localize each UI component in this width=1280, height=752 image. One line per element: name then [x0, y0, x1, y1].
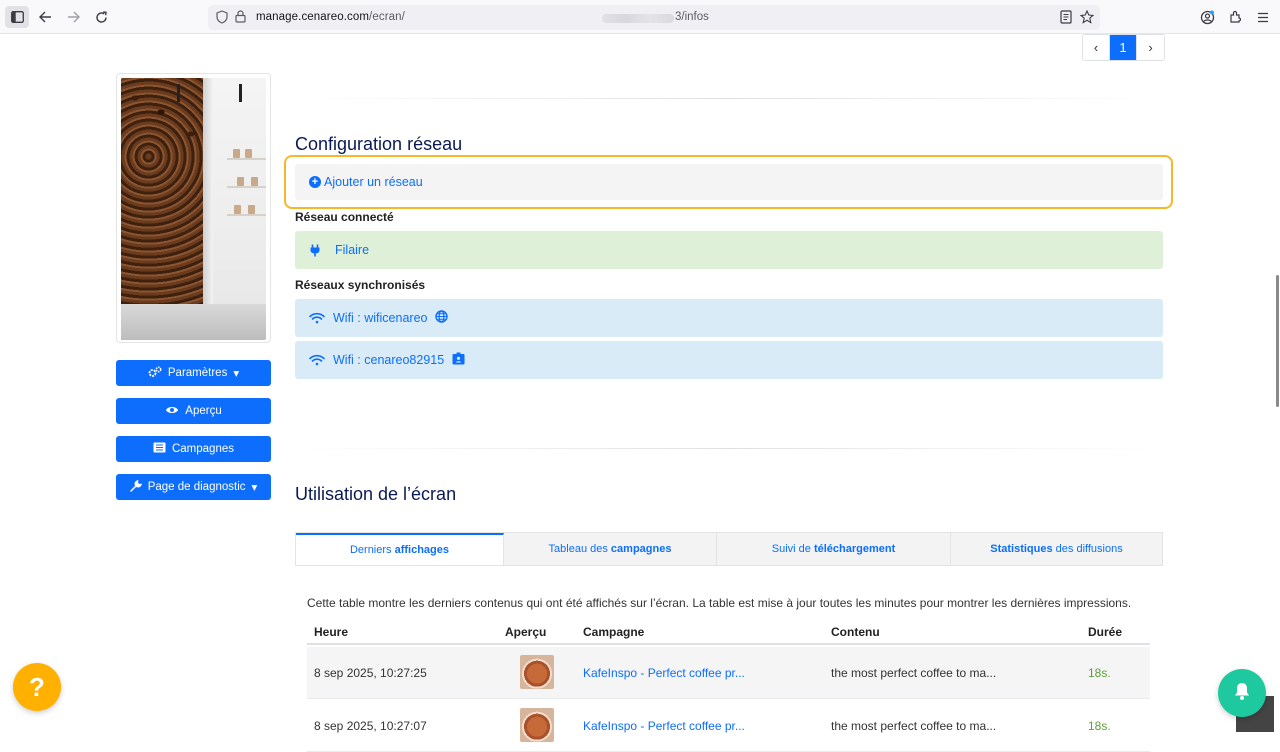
bell-icon: [1233, 681, 1251, 706]
divider: [295, 98, 1163, 99]
back-icon[interactable]: [33, 6, 57, 28]
url-suffix: 3/infos: [675, 11, 709, 23]
col-heure: Heure: [314, 625, 349, 639]
page-scrollbar[interactable]: [1276, 275, 1279, 407]
connected-network-label: Réseau connecté: [295, 210, 394, 224]
id-badge-icon: [452, 352, 465, 368]
row-preview-thumbnail[interactable]: [520, 708, 554, 742]
reader-view-icon[interactable]: [1060, 10, 1072, 29]
screen-usage-title: Utilisation de l’écran: [295, 484, 457, 504]
screen-preview-image: [121, 78, 266, 340]
help-button[interactable]: ?: [13, 663, 61, 711]
wifi-icon: [309, 354, 325, 366]
pagination-page-1[interactable]: 1: [1110, 35, 1137, 60]
menu-icon[interactable]: [1251, 6, 1275, 28]
row-content: the most perfect coffee to ma...: [831, 719, 997, 733]
sidebar-toggle-icon[interactable]: [5, 6, 29, 28]
row-content: the most perfect coffee to ma...: [831, 666, 997, 680]
row-time: 8 sep 2025, 10:27:07: [314, 719, 427, 733]
add-network-button[interactable]: + Ajouter un réseau: [295, 164, 1163, 200]
pagination-prev[interactable]: ‹: [1083, 35, 1110, 60]
network-name: Wifi : wificenareo: [333, 311, 428, 325]
network-name: Filaire: [335, 243, 370, 257]
wifi-icon: [309, 312, 325, 324]
row-time: 8 sep 2025, 10:27:25: [314, 666, 427, 680]
row-duration: 18s.: [1088, 666, 1111, 680]
col-campagne: Campagne: [583, 625, 645, 639]
table-description: Cette table montre les derniers contenus…: [307, 596, 1132, 610]
url-text: manage.cenareo.com/ecran/: [256, 11, 405, 23]
apercu-button[interactable]: Aperçu: [116, 398, 271, 424]
list-icon: [153, 442, 166, 456]
col-duree: Durée: [1088, 625, 1123, 639]
account-icon[interactable]: [1195, 6, 1219, 28]
table-header: Heure Aperçu Campagne Contenu Durée: [307, 621, 1150, 645]
pagination-next[interactable]: ›: [1137, 35, 1164, 60]
caret-down-icon: ▾: [233, 368, 240, 380]
network-name: Wifi : cenareo82915: [333, 353, 445, 367]
wrench-icon: [129, 479, 142, 495]
tab-suivi-telechargement[interactable]: Suivi de téléchargement: [717, 533, 951, 565]
col-apercu: Aperçu: [505, 625, 547, 639]
tab-tableau-campagnes[interactable]: Tableau des campagnes: [504, 533, 717, 565]
globe-icon: [435, 310, 449, 326]
row-preview-thumbnail[interactable]: [520, 655, 554, 689]
network-row-filaire[interactable]: Filaire: [295, 231, 1163, 269]
divider: [295, 448, 1163, 449]
usage-tabs: Derniers affichages Tableau des campagne…: [295, 532, 1163, 566]
col-contenu: Contenu: [831, 625, 880, 639]
screen-preview-card: [116, 73, 271, 343]
table-row: 8 sep 2025, 10:27:07 KafeInspo - Perfect…: [307, 700, 1150, 752]
diagnostic-button[interactable]: Page de diagnostic ▾: [116, 474, 271, 500]
row-campaign-link[interactable]: KafeInspo - Perfect coffee pr...: [583, 719, 745, 733]
synced-networks-label: Réseaux synchronisés: [295, 278, 426, 292]
network-config-title: Configuration réseau: [295, 134, 463, 154]
eye-icon: [165, 405, 179, 418]
extensions-icon[interactable]: [1223, 6, 1247, 28]
bookmark-star-icon[interactable]: [1079, 9, 1095, 29]
network-row-wificenareo[interactable]: Wifi : wificenareo: [295, 299, 1163, 337]
caret-down-icon: ▾: [251, 482, 258, 494]
reload-icon[interactable]: [89, 6, 113, 28]
shield-icon: [216, 10, 228, 29]
network-row-cenareo82915[interactable]: Wifi : cenareo82915: [295, 341, 1163, 379]
browser-toolbar: manage.cenareo.com/ecran/ 3/infos: [0, 0, 1280, 34]
table-row: 8 sep 2025, 10:27:25 KafeInspo - Perfect…: [307, 647, 1150, 699]
pagination: ‹ 1 ›: [1082, 34, 1165, 61]
row-duration: 18s.: [1088, 719, 1111, 733]
campagnes-button[interactable]: Campagnes: [116, 436, 271, 462]
forward-icon[interactable]: [61, 6, 85, 28]
parametres-button[interactable]: Paramètres ▾: [116, 360, 271, 386]
plus-circle-icon: +: [309, 176, 321, 188]
url-redacted: [602, 14, 674, 23]
row-campaign-link[interactable]: KafeInspo - Perfect coffee pr...: [583, 666, 745, 680]
url-bar[interactable]: manage.cenareo.com/ecran/ 3/infos: [208, 5, 1100, 30]
gears-icon: [148, 366, 162, 381]
tab-statistiques-diffusions[interactable]: Statistiques des diffusions: [951, 533, 1162, 565]
lock-icon: [235, 10, 246, 28]
plug-icon: [309, 244, 321, 257]
notifications-button[interactable]: [1218, 669, 1266, 717]
tab-derniers-affichages[interactable]: Derniers affichages: [296, 533, 504, 565]
